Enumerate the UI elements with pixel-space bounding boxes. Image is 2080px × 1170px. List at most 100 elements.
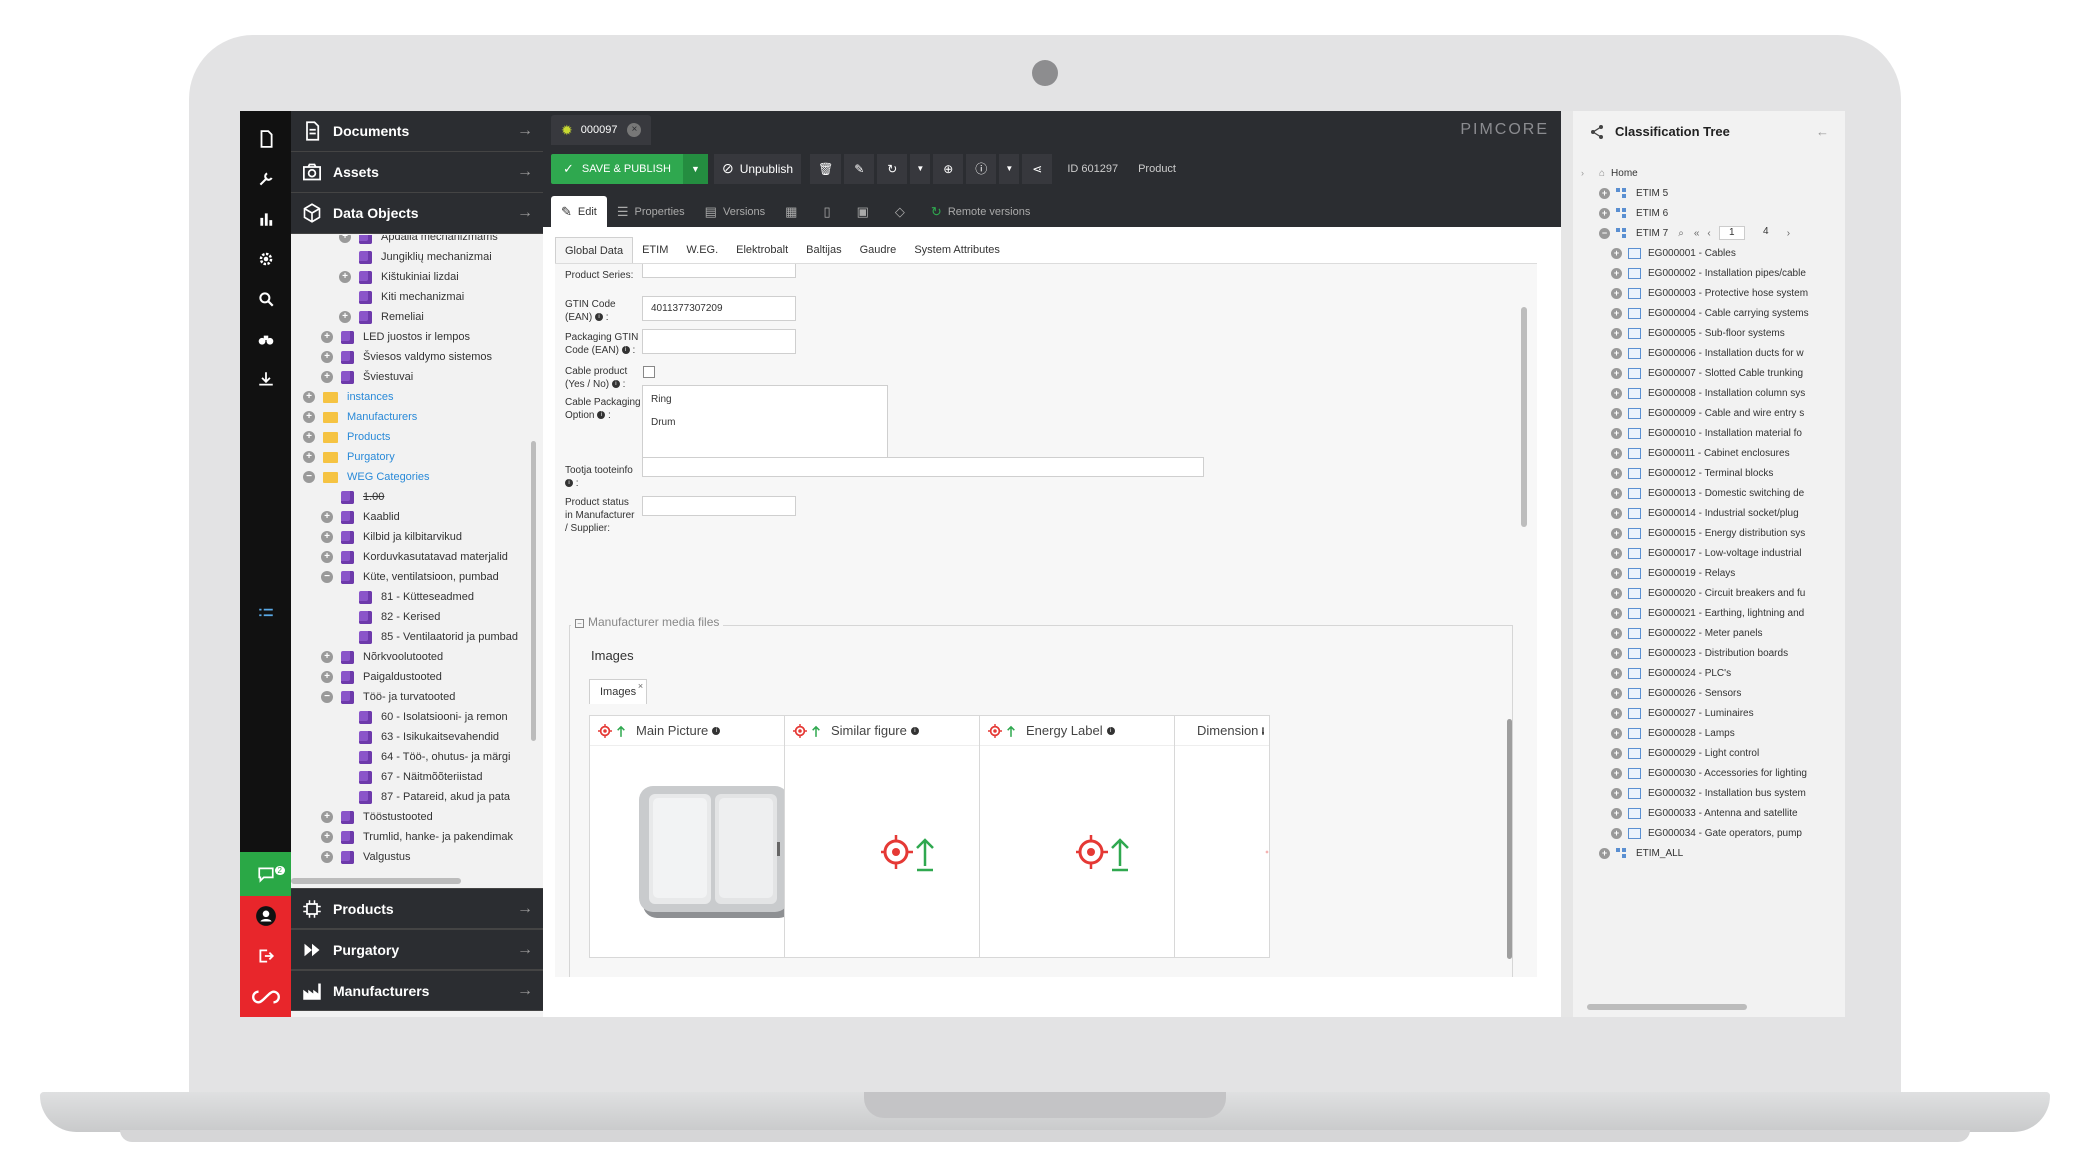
classification-item[interactable]: + EG000022 - Meter panels — [1581, 623, 1845, 643]
expand-icon[interactable]: + — [1611, 487, 1622, 499]
classification-item[interactable]: + EG000005 - Sub-floor systems — [1581, 323, 1845, 343]
expand-icon[interactable]: + — [1611, 547, 1622, 559]
reload-button[interactable]: ↻ — [877, 153, 908, 184]
crosshair-icon[interactable] — [793, 723, 807, 738]
tree-node-etim-all[interactable]: + ETIM_ALL — [1581, 843, 1845, 863]
tab-remote-versions[interactable]: ↻ Remote versions — [921, 196, 1040, 227]
classification-item[interactable]: + EG000013 - Domestic switching de — [1581, 483, 1845, 503]
upload-placeholder-icon[interactable] — [881, 832, 941, 872]
classification-item[interactable]: + EG000033 - Antenna and satellite — [1581, 803, 1845, 823]
expand-icon[interactable]: + — [339, 271, 351, 283]
expand-icon[interactable]: + — [1611, 707, 1622, 719]
media-legend[interactable]: − Manufacturer media files — [571, 615, 724, 629]
expand-icon[interactable]: + — [321, 351, 333, 363]
inner-tab[interactable]: Gaudre — [851, 237, 906, 263]
binoculars-icon[interactable] — [240, 319, 291, 359]
expand-icon[interactable]: + — [1611, 647, 1622, 659]
data-objects-panel-header[interactable]: Data Objects → — [291, 193, 543, 234]
tree-node-etim7[interactable]: − ETIM 7 ⌕ « ‹ 1 4 › — [1581, 223, 1845, 243]
tree-node[interactable]: Kiti mechanizmai — [291, 287, 543, 307]
tree-node-etim6[interactable]: + ETIM 6 — [1581, 203, 1845, 223]
save-dropdown-button[interactable]: ▼ — [682, 153, 708, 184]
upload-placeholder-icon[interactable] — [1076, 832, 1136, 872]
expand-icon[interactable]: + — [321, 651, 333, 663]
download-icon[interactable] — [240, 359, 291, 399]
expand-icon[interactable]: + — [303, 411, 315, 423]
expand-icon[interactable]: + — [1611, 587, 1622, 599]
form-vertical-scrollbar[interactable] — [1521, 307, 1527, 527]
packaging-gtin-input[interactable] — [642, 329, 796, 354]
share-button[interactable]: ⋖ — [1022, 153, 1053, 184]
first-page-icon[interactable]: « — [1694, 228, 1700, 239]
tree-node[interactable]: − Töö- ja turvatooted — [291, 687, 543, 707]
expand-icon[interactable]: + — [1611, 667, 1622, 679]
expand-icon[interactable]: + — [339, 311, 351, 323]
pimcore-logo-button[interactable] — [240, 976, 291, 1017]
expand-icon[interactable]: + — [1611, 267, 1622, 279]
image-drop-area[interactable] — [1175, 746, 1269, 957]
classification-item[interactable]: + EG000021 - Earthing, lightning and — [1581, 603, 1845, 623]
expand-icon[interactable]: + — [1611, 347, 1622, 359]
tree-node[interactable]: + LED juostos ir lempos — [291, 327, 543, 347]
products-panel-header[interactable]: Products → — [291, 888, 543, 929]
inner-tab[interactable]: W.EG. — [677, 237, 727, 263]
tree-node[interactable]: 85 - Ventilaatorid ja pumbad — [291, 627, 543, 647]
tree-node[interactable]: 81 - Kütteseadmed — [291, 587, 543, 607]
classification-item[interactable]: + EG000003 - Protective hose system — [1581, 283, 1845, 303]
classification-item[interactable]: + EG000027 - Luminaires — [1581, 703, 1845, 723]
classification-item[interactable]: + EG000006 - Installation ducts for w — [1581, 343, 1845, 363]
upload-placeholder-icon[interactable] — [1265, 832, 1269, 872]
tree-node[interactable]: 67 - Näitmõõteriistad — [291, 767, 543, 787]
expand-icon[interactable]: + — [1611, 467, 1622, 479]
expand-icon[interactable]: + — [1611, 247, 1622, 259]
tree-node-etim5[interactable]: + ETIM 5 — [1581, 183, 1845, 203]
tab-properties[interactable]: ☰ Properties — [607, 196, 695, 227]
tree-node[interactable]: − WEG Categories — [291, 467, 543, 487]
classification-item[interactable]: + EG000029 - Light control — [1581, 743, 1845, 763]
option-ring[interactable]: Ring — [643, 386, 887, 413]
tree-node[interactable]: + Products — [291, 427, 543, 447]
classification-item[interactable]: + EG000032 - Installation bus system — [1581, 783, 1845, 803]
tree-node[interactable]: Jungiklių mechanizmai — [291, 247, 543, 267]
expand-icon[interactable]: + — [321, 551, 333, 563]
classification-item[interactable]: + EG000023 - Distribution boards — [1581, 643, 1845, 663]
classification-item[interactable]: + EG000017 - Low-voltage industrial — [1581, 543, 1845, 563]
collapse-icon[interactable]: − — [575, 619, 584, 628]
tree-node[interactable]: + Korduvkasutatavad materjalid — [291, 547, 543, 567]
tree-node[interactable]: + instances — [291, 387, 543, 407]
expand-icon[interactable]: + — [1611, 627, 1622, 639]
expand-icon[interactable]: + — [1611, 767, 1622, 779]
classification-item[interactable]: + EG000010 - Installation material fo — [1581, 423, 1845, 443]
classification-item[interactable]: + EG000015 - Energy distribution sys — [1581, 523, 1845, 543]
tree-node[interactable]: + Kilbid ja kilbitarvikud — [291, 527, 543, 547]
classification-item[interactable]: + EG000024 - PLC's — [1581, 663, 1845, 683]
gear-icon[interactable] — [240, 239, 291, 279]
inner-tab[interactable]: Baltijas — [797, 237, 850, 263]
collapse-icon[interactable]: − — [303, 471, 315, 483]
locate-in-tree-button[interactable]: ⊕ — [933, 153, 964, 184]
expand-icon[interactable]: + — [1611, 567, 1622, 579]
classification-item[interactable]: + EG000030 - Accessories for lighting — [1581, 763, 1845, 783]
save-publish-button[interactable]: ✓ SAVE & PUBLISH — [551, 153, 683, 184]
classification-item[interactable]: + EG000001 - Cables — [1581, 243, 1845, 263]
tree-node[interactable]: + Trumlid, hanke- ja pakendimak — [291, 827, 543, 847]
expand-icon[interactable]: + — [1599, 207, 1610, 219]
classification-item[interactable]: + EG000026 - Sensors — [1581, 683, 1845, 703]
upload-arrow-icon[interactable] — [1006, 724, 1016, 738]
prev-page-icon[interactable]: ‹ — [1707, 228, 1710, 239]
tree-node[interactable]: + Kaablid — [291, 507, 543, 527]
rename-button[interactable]: ✎ — [844, 153, 875, 184]
classification-item[interactable]: + EG000008 - Installation column sys — [1581, 383, 1845, 403]
logout-button[interactable] — [240, 936, 291, 976]
expand-icon[interactable]: + — [1611, 327, 1622, 339]
upload-arrow-icon[interactable] — [616, 724, 626, 738]
tree-node[interactable]: + Tööstustooted — [291, 807, 543, 827]
classification-item[interactable]: + EG000011 - Cabinet enclosures — [1581, 443, 1845, 463]
info-dropdown-button[interactable]: ▼ — [999, 153, 1020, 184]
search-icon[interactable] — [240, 279, 291, 319]
tab-versions[interactable]: ▤ Versions — [695, 196, 776, 227]
expand-icon[interactable]: + — [303, 391, 315, 403]
tab-edit[interactable]: ✎ Edit — [551, 196, 607, 227]
expand-icon[interactable]: + — [321, 331, 333, 343]
wrench-icon[interactable] — [240, 159, 291, 199]
